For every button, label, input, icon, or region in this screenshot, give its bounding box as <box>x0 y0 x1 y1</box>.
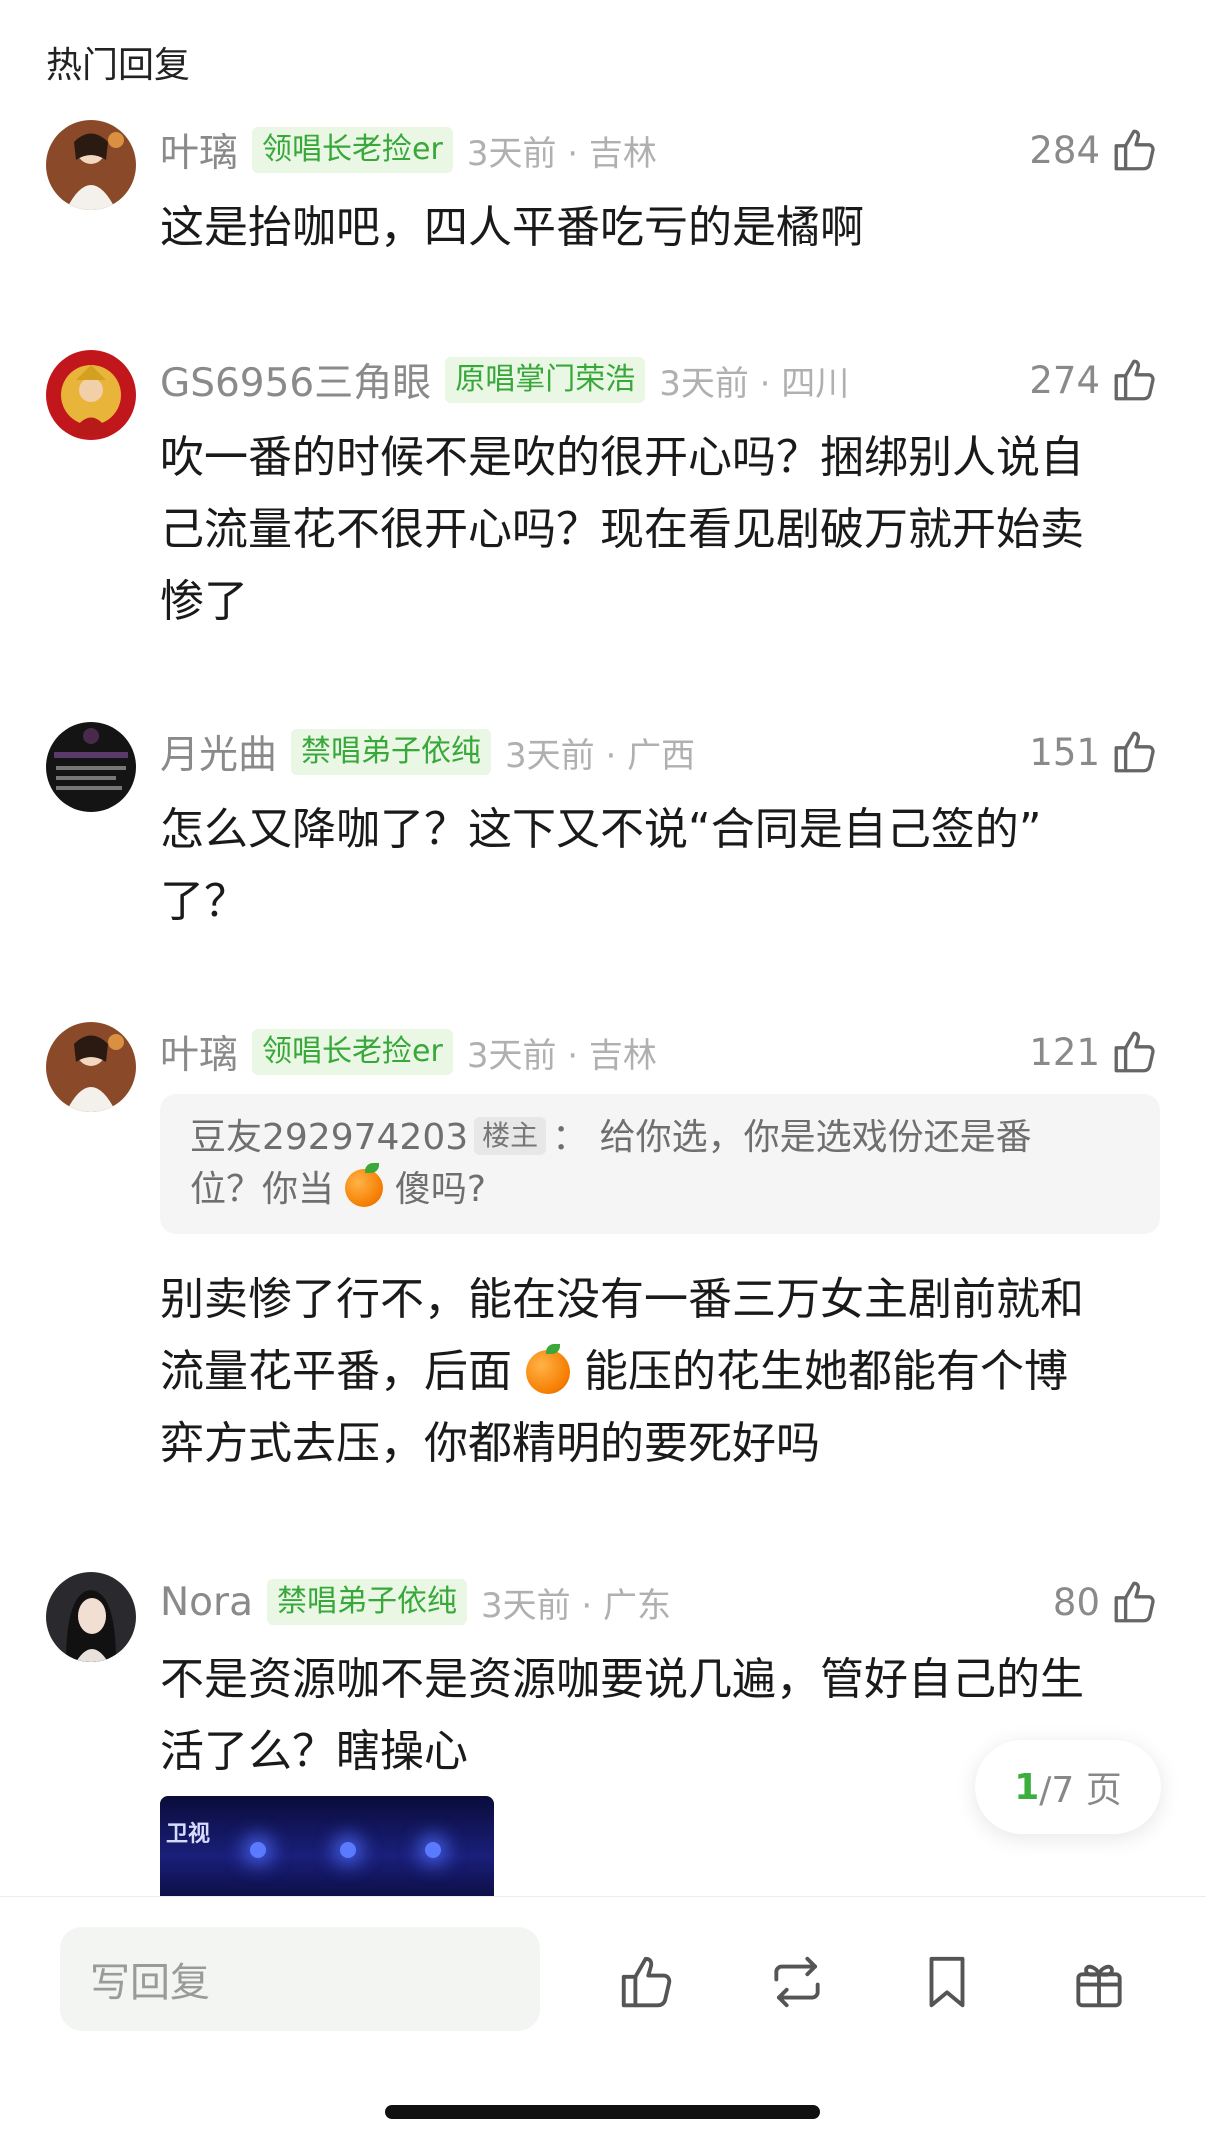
username[interactable]: GS6956三角眼 <box>160 352 431 408</box>
op-badge: 楼主 <box>474 1117 547 1155</box>
comment-image[interactable]: 卫视 <box>160 1796 494 1896</box>
section-title: 热门回复 <box>46 45 191 86</box>
username[interactable]: 叶璃 <box>160 122 238 178</box>
stage-light <box>250 1842 266 1858</box>
like-count: 151 <box>1029 730 1100 774</box>
page-indicator[interactable]: 1/7 页 <box>975 1740 1161 1834</box>
avatar[interactable] <box>46 1022 136 1112</box>
time-location: 3天前 · 吉林 <box>466 1035 657 1076</box>
home-indicator <box>385 2105 820 2119</box>
like-icon[interactable] <box>616 1951 678 2013</box>
like-button[interactable]: 274 <box>1029 350 1160 410</box>
like-count: 274 <box>1029 358 1100 402</box>
user-badge: 原唱掌门荣浩 <box>445 357 646 403</box>
comment-text: 怎么又降咖了？这下又不说“合同是自己签的” 了？ <box>160 794 1160 938</box>
user-badge: 禁唱弟子依纯 <box>291 729 492 775</box>
comment-text-line: 惨了 <box>160 576 248 627</box>
current-page: 1 <box>1014 1766 1040 1808</box>
thumbs-up-icon[interactable] <box>1110 1027 1160 1077</box>
quote-separator: ： <box>552 1117 589 1158</box>
bottom-action-bar: 写回复 <box>0 1896 1206 2144</box>
like-count: 284 <box>1029 128 1100 172</box>
quoted-username[interactable]: 豆友292974203 <box>190 1117 468 1158</box>
thumbs-up-icon[interactable] <box>1110 125 1160 175</box>
bookmark-icon[interactable] <box>916 1951 978 2013</box>
thumbs-up-icon[interactable] <box>1110 727 1160 777</box>
time-location: 3天前 · 广西 <box>505 735 696 776</box>
time-location: 3天前 · 广东 <box>480 1585 672 1626</box>
like-button[interactable]: 80 <box>1053 1572 1160 1632</box>
like-button[interactable]: 121 <box>1029 1022 1160 1082</box>
username[interactable]: 月光曲 <box>160 724 277 780</box>
time-location: 3天前 · 吉林 <box>466 133 657 174</box>
stage-light <box>425 1842 441 1858</box>
comment-text-line: 怎么又降咖了？这下又不说“合同是自己签的” <box>160 804 1042 855</box>
quoted-text: 位？你当 <box>190 1169 335 1210</box>
repost-icon[interactable] <box>766 1951 828 2013</box>
user-badge: 领唱长老捡er <box>252 127 453 173</box>
image-caption: 卫视 <box>166 1822 211 1847</box>
orange-emoji-icon <box>526 1344 570 1394</box>
comment-text: 吹一番的时候不是吹的很开心吗？捆绑别人说自 己流量花不很开心吗？现在看见剧破万就… <box>160 422 1160 638</box>
comment-text-line: 弈方式去压，你都精明的要死好吗 <box>160 1418 820 1469</box>
comment-text-segment: 能压的花生她都能有个博 <box>584 1346 1068 1397</box>
avatar[interactable] <box>46 1572 136 1662</box>
user-badge: 禁唱弟子依纯 <box>266 1579 467 1625</box>
quoted-text: 傻吗? <box>394 1169 487 1210</box>
comment-text-line: 了？ <box>160 876 248 927</box>
comment-text: 这是抬咖吧，四人平番吃亏的是橘啊 <box>160 202 864 253</box>
gift-icon[interactable] <box>1068 1951 1130 2013</box>
comment-text: 别卖惨了行不，能在没有一番三万女主剧前就和 流量花平番，后面 能压的花生她都能有… <box>160 1264 1160 1480</box>
like-button[interactable]: 284 <box>1029 120 1160 180</box>
comment-text-line: 不是资源咖不是资源咖要说几遍，管好自己的生 <box>160 1654 1084 1705</box>
stage-light <box>340 1842 356 1858</box>
avatar[interactable] <box>46 350 136 440</box>
username[interactable]: Nora <box>160 1580 253 1625</box>
thumbs-up-icon[interactable] <box>1110 355 1160 405</box>
reply-input[interactable]: 写回复 <box>60 1927 540 2031</box>
orange-emoji-icon <box>345 1163 384 1207</box>
comment-text-line: 己流量花不很开心吗？现在看见剧破万就开始卖 <box>160 504 1084 555</box>
comment-text-segment: 流量花平番，后面 <box>160 1346 512 1397</box>
total-pages: /7 页 <box>1039 1770 1122 1811</box>
like-button[interactable]: 151 <box>1029 722 1160 782</box>
comment-text-line: 吹一番的时候不是吹的很开心吗？捆绑别人说自 <box>160 432 1084 483</box>
avatar[interactable] <box>46 722 136 812</box>
like-count: 80 <box>1052 1580 1100 1624</box>
user-badge: 领唱长老捡er <box>252 1029 453 1075</box>
quoted-text: 给你选，你是选戏份还是番 <box>599 1117 1032 1158</box>
avatar[interactable] <box>46 120 136 210</box>
comment-text-line: 别卖惨了行不，能在没有一番三万女主剧前就和 <box>160 1274 1084 1325</box>
thumbs-up-icon[interactable] <box>1110 1577 1160 1627</box>
like-count: 121 <box>1029 1030 1100 1074</box>
username[interactable]: 叶璃 <box>160 1024 238 1080</box>
quoted-reply[interactable]: 豆友292974203 楼主： 给你选，你是选戏份还是番 位？你当 傻吗? <box>160 1094 1160 1234</box>
time-location: 3天前 · 四川 <box>659 363 850 404</box>
